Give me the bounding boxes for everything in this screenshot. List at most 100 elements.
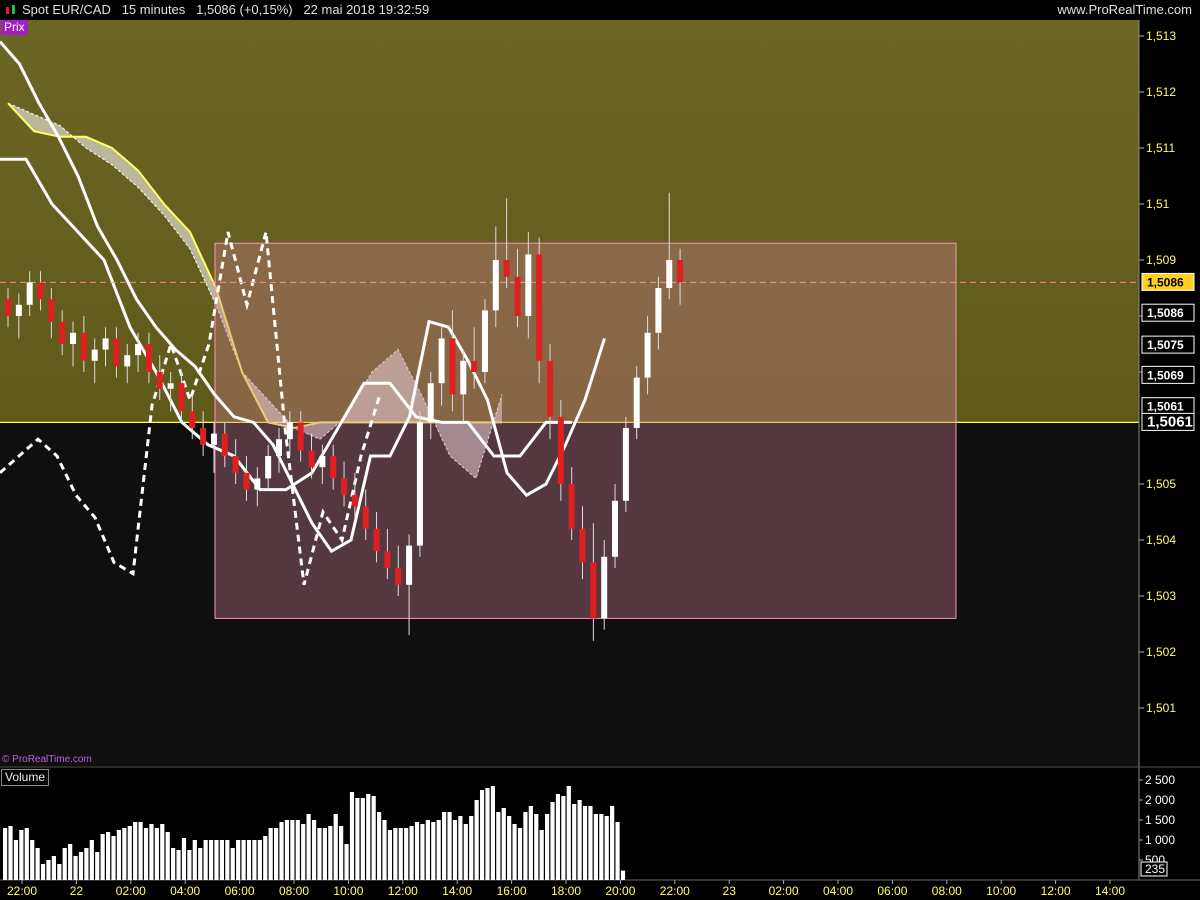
volume-bar (171, 848, 176, 880)
volume-bar (582, 806, 588, 880)
volume-bar (431, 822, 436, 880)
site-link[interactable]: www.ProRealTime.com (1057, 0, 1192, 20)
candle-down (568, 484, 575, 529)
volume-bar (149, 824, 154, 880)
volume-bar (24, 828, 29, 880)
price-badge-b-text: 1,5075 (1147, 338, 1184, 352)
volume-bar (62, 848, 67, 880)
candle-down (221, 433, 228, 456)
candle-up (265, 456, 272, 479)
volume-bar (414, 822, 420, 880)
volume-bar (176, 850, 181, 880)
volume-bar (95, 852, 100, 880)
candle-down (557, 416, 564, 484)
price-tick-label: 1,503 (1146, 589, 1176, 603)
time-tick-label: 10:00 (333, 884, 363, 898)
price-badge-b: 1,5075 (1141, 335, 1195, 354)
volume-bar (295, 820, 300, 880)
volume-bar (555, 794, 561, 880)
volume-bar (349, 792, 355, 880)
candle-up (612, 500, 619, 557)
volume-bar (284, 820, 290, 880)
candle-up (481, 310, 488, 372)
time-tick-label: 22 (70, 884, 84, 898)
volume-bar (512, 824, 517, 880)
price-tick-label: 1,501 (1146, 701, 1176, 715)
price-badge-d-text: 1,5061 (1147, 400, 1184, 414)
volume-bar (517, 828, 523, 880)
volume-bar (154, 828, 159, 880)
candle-up (91, 349, 98, 361)
time-tick-label: 22:00 (7, 884, 37, 898)
candle-up (525, 254, 532, 316)
time-tick-label: 18:00 (551, 884, 581, 898)
volume-bar (523, 812, 528, 880)
candle-up (167, 383, 174, 389)
zone-level-badge-text: 1,5061 (1147, 413, 1193, 430)
candle-up (666, 260, 673, 288)
chart-canvas: 1,5011,5021,5031,5041,5051,5071,5081,509… (0, 20, 1200, 898)
volume-bar (376, 812, 382, 880)
candle-down (471, 360, 478, 372)
volume-bar (387, 830, 393, 880)
volume-bar (490, 786, 495, 880)
candle-down (37, 282, 44, 300)
volume-bar (198, 848, 203, 880)
volume-bar (268, 828, 273, 880)
candle-up (102, 338, 109, 350)
candle-up (124, 355, 131, 367)
volume-bar (550, 802, 555, 880)
volume-bar (225, 840, 230, 880)
volume-bar (192, 840, 197, 880)
price-badge-d: 1,5061 (1141, 397, 1195, 416)
volume-bar (317, 828, 322, 880)
volume-bar (610, 806, 615, 880)
volume-bar (355, 798, 360, 880)
volume-bar (100, 834, 105, 880)
volume-bar (545, 814, 550, 880)
price-panel-label[interactable]: Prix (1, 20, 28, 35)
volume-bar (57, 864, 62, 880)
candle-down (59, 321, 66, 344)
volume-bar (474, 800, 479, 880)
volume-tick-label: 2 000 (1145, 793, 1175, 807)
price-tick-label: 1,513 (1146, 29, 1176, 43)
volume-bar (479, 790, 485, 880)
volume-bar (13, 840, 19, 880)
time-tick-label: 06:00 (877, 884, 907, 898)
volume-panel-label[interactable]: Volume (1, 769, 50, 786)
volume-bar (344, 844, 349, 880)
volume-bar (187, 850, 192, 880)
time-tick-label: 20:00 (605, 884, 635, 898)
volume-bar (246, 840, 252, 880)
time-tick-label: 12:00 (388, 884, 418, 898)
volume-bar (3, 828, 8, 880)
volume-bar (301, 824, 306, 880)
candle-down (341, 478, 348, 496)
candle-down (232, 456, 239, 473)
candle-down (579, 528, 586, 563)
time-tick-label: 14:00 (442, 884, 472, 898)
volume-bar (420, 824, 425, 880)
volume-bar (111, 836, 116, 880)
candle-down (503, 260, 510, 277)
time-tick-label: 08:00 (279, 884, 309, 898)
volume-bar (241, 840, 246, 880)
volume-bar (263, 836, 268, 880)
volume-bar (507, 816, 512, 880)
volume-bar (322, 828, 327, 880)
time-tick-label: 04:00 (823, 884, 853, 898)
candle-up (276, 439, 282, 456)
candle-up (460, 360, 467, 395)
price-tick-label: 1,512 (1146, 85, 1176, 99)
candle-down (243, 472, 250, 490)
candle-up (135, 344, 142, 356)
candle-up (26, 282, 33, 305)
candle-up (319, 456, 326, 468)
time-tick-label: 23 (723, 884, 737, 898)
instrument-title: Spot EUR/CAD 15 minutes 1,5086 (+0,15%) … (22, 2, 430, 17)
volume-bar (404, 828, 409, 880)
candle-up (70, 332, 77, 344)
volume-bar (496, 812, 501, 880)
volume-bar (311, 820, 317, 880)
